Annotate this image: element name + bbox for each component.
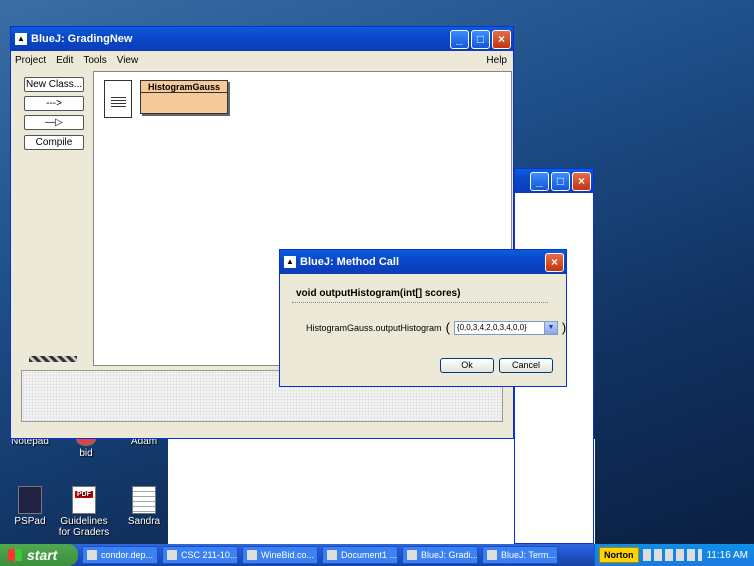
dialog-title: BlueJ: Method Call [300, 256, 400, 268]
bluej-logo-icon: ▲ [15, 33, 27, 45]
argument-value[interactable]: {0,0,3,4,2,0,3,4,0,0} [457, 323, 544, 332]
taskbar-item-bluej-terminal[interactable]: BlueJ: Term... [482, 546, 558, 564]
chevron-down-icon[interactable]: ▼ [543, 321, 557, 334]
class-name-label: HistogramGauss [141, 81, 227, 93]
desktop-icon-pspad[interactable]: PSPad [0, 486, 60, 527]
method-call-dialog: ▲ BlueJ: Method Call × void outputHistog… [279, 249, 567, 387]
menu-edit[interactable]: Edit [56, 55, 73, 66]
close-button[interactable]: × [572, 171, 591, 191]
open-paren: ( [445, 320, 450, 335]
system-tray: Norton 11:16 AM [594, 544, 754, 566]
window-title: BlueJ: GradingNew [31, 33, 133, 45]
call-prefix: HistogramGauss.outputHistogram [306, 322, 442, 333]
taskbar-item-condor[interactable]: condor.dep... [82, 546, 158, 564]
class-box-histogramgauss[interactable]: HistogramGauss [140, 80, 228, 114]
main-titlebar: ▲ BlueJ: GradingNew _ □ × [11, 27, 513, 51]
menu-project[interactable]: Project [15, 55, 46, 66]
terminal-titlebar: _ □ × [515, 169, 593, 193]
machine-status-indicator [29, 356, 77, 362]
close-paren: ) [561, 320, 567, 335]
start-button[interactable]: start [0, 544, 78, 566]
method-signature: void outputHistogram(int[] scores) [296, 288, 461, 299]
menu-help[interactable]: Help [486, 55, 507, 66]
dependency-arrow-button[interactable]: ---> [24, 96, 84, 111]
taskbar: start condor.dep... CSC 211-10... WineBi… [0, 544, 754, 566]
bluej-logo-icon: ▲ [284, 256, 296, 268]
maximize-button[interactable]: □ [551, 171, 570, 191]
desktop-icon-guidelines[interactable]: Guidelines for Graders [54, 486, 114, 538]
close-button[interactable]: × [492, 29, 511, 49]
taskbar-item-csc211[interactable]: CSC 211-10... [162, 546, 238, 564]
taskbar-item-winebid[interactable]: WineBid.co... [242, 546, 318, 564]
taskbar-item-bluej-grading[interactable]: BlueJ: Gradi... [402, 546, 478, 564]
minimize-button[interactable]: _ [450, 29, 469, 49]
menu-bar: Project Edit Tools View Help [11, 51, 513, 69]
windows-logo-icon [8, 549, 22, 561]
pdf-icon [72, 486, 96, 514]
cancel-button[interactable]: Cancel [499, 358, 553, 373]
clock: 11:16 AM [706, 549, 748, 561]
desktop-icon-sandra[interactable]: Sandra [114, 486, 174, 527]
taskbar-item-document1[interactable]: Document1 ... [322, 546, 398, 564]
readme-file-icon[interactable] [104, 80, 132, 118]
minimize-button[interactable]: _ [530, 171, 549, 191]
menu-tools[interactable]: Tools [83, 55, 106, 66]
document-icon [132, 486, 156, 514]
menu-view[interactable]: View [117, 55, 139, 66]
maximize-button[interactable]: □ [471, 29, 490, 49]
method-call-row: HistogramGauss.outputHistogram ( {0,0,3,… [306, 320, 570, 335]
compile-button[interactable]: Compile [24, 135, 84, 150]
inheritance-arrow-button[interactable]: —▷ [24, 115, 84, 130]
close-button[interactable]: × [545, 252, 564, 272]
dialog-titlebar: ▲ BlueJ: Method Call × [280, 250, 566, 274]
pspad-icon [18, 486, 42, 514]
separator [292, 302, 548, 303]
ok-button[interactable]: Ok [440, 358, 494, 373]
new-class-button[interactable]: New Class... [24, 77, 84, 92]
tray-icons[interactable] [642, 549, 703, 561]
argument-combobox[interactable]: {0,0,3,4,2,0,3,4,0,0} ▼ [453, 320, 558, 335]
norton-badge[interactable]: Norton [599, 547, 639, 563]
